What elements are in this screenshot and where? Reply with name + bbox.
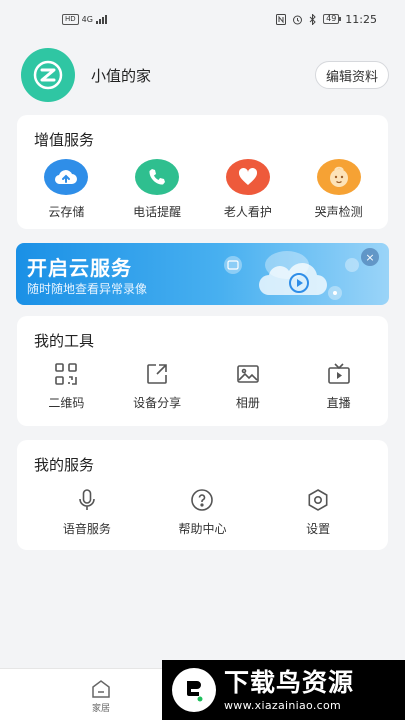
- voice-service-item[interactable]: 语音服务: [42, 488, 132, 537]
- hd-badge: HD: [62, 13, 79, 25]
- settings-label: 设置: [306, 522, 331, 536]
- cloud-service-banner[interactable]: 开启云服务 随时随地查看异常录像 ×: [16, 243, 389, 305]
- live-tv-icon: [327, 363, 350, 384]
- status-right: 49 11:25: [276, 13, 377, 26]
- live-item[interactable]: 直播: [294, 362, 384, 411]
- album-icon: [237, 365, 259, 383]
- banner-subtitle: 随时随地查看异常录像: [27, 282, 148, 296]
- nfc-icon: [276, 13, 287, 25]
- tab-home-label: 家居: [91, 704, 110, 714]
- alarm-icon: [293, 15, 303, 24]
- baby-face-icon: [316, 159, 361, 195]
- help-center-item[interactable]: 帮助中心: [157, 488, 247, 537]
- elder-care-label: 老人看护: [223, 205, 272, 219]
- value-services-grid: 云存储 电话提醒 老人看护 哭声检测: [17, 151, 388, 220]
- phone-icon: [135, 159, 180, 195]
- app-logo-icon: [33, 60, 63, 90]
- qr-code-icon: [55, 363, 78, 385]
- banner-title: 开启云服务: [27, 256, 132, 280]
- settings-icon: [308, 489, 328, 511]
- cloud-storage-item[interactable]: 云存储: [21, 159, 111, 220]
- device-share-item[interactable]: 设备分享: [112, 362, 202, 411]
- watermark-url: www.xiazainiao.com: [224, 698, 342, 712]
- edit-profile-button[interactable]: 编辑资料: [314, 61, 389, 89]
- phone-reminder-label: 电话提醒: [133, 205, 182, 219]
- banner-close-button[interactable]: ×: [361, 248, 379, 266]
- tab-home[interactable]: 家居: [80, 679, 122, 714]
- cloud-storage-label: 云存储: [48, 205, 85, 219]
- phone-reminder-item[interactable]: 电话提醒: [112, 159, 202, 220]
- home-icon: [92, 680, 110, 698]
- album-item[interactable]: 相册: [203, 362, 293, 411]
- network-badge: 4G: [81, 14, 93, 24]
- my-tools-grid: 二维码 设备分享 相册 直播: [17, 352, 388, 411]
- battery-indicator: 49: [323, 14, 340, 24]
- my-tools-title: 我的工具: [34, 332, 95, 350]
- share-icon: [147, 364, 167, 384]
- cry-detection-item[interactable]: 哭声检测: [294, 159, 384, 220]
- avatar[interactable]: [21, 48, 75, 102]
- profile-header: 小值的家 编辑资料: [0, 38, 405, 112]
- bird-icon: [187, 681, 203, 702]
- cloud-banner-illustration: [224, 251, 359, 300]
- heart-icon: [225, 159, 270, 195]
- status-bar: HD 4G 49 11:25: [0, 0, 405, 38]
- watermark-logo: [172, 668, 216, 712]
- elder-care-item[interactable]: 老人看护: [203, 159, 293, 220]
- watermark-text: 下载鸟资源 www.xiazainiao.com: [224, 667, 355, 712]
- qr-code-label: 二维码: [48, 396, 85, 410]
- my-services-card: 我的服务 语音服务 帮助中心 设置: [17, 440, 388, 550]
- bluetooth-icon: [309, 13, 316, 25]
- value-services-card: 增值服务 云存储 电话提醒 老人看护 哭声检测: [17, 115, 388, 229]
- voice-service-label: 语音服务: [62, 522, 111, 536]
- help-icon: [191, 489, 214, 511]
- live-label: 直播: [326, 396, 351, 410]
- watermark-overlay: 下载鸟资源 www.xiazainiao.com: [162, 660, 405, 720]
- my-services-grid: 语音服务 帮助中心 设置: [17, 476, 388, 537]
- value-services-title: 增值服务: [34, 131, 95, 149]
- home-name: 小值的家: [91, 66, 152, 85]
- album-label: 相册: [235, 396, 260, 410]
- help-center-label: 帮助中心: [178, 522, 227, 536]
- status-time: 11:25: [345, 12, 377, 26]
- signal-icon: [95, 15, 107, 24]
- status-left: HD 4G: [62, 13, 110, 25]
- my-tools-card: 我的工具 二维码 设备分享 相册 直播: [17, 316, 388, 426]
- microphone-icon: [79, 489, 95, 510]
- cry-detection-label: 哭声检测: [314, 205, 363, 219]
- cloud-upload-icon: [44, 159, 89, 195]
- settings-item[interactable]: 设置: [273, 488, 363, 537]
- device-share-label: 设备分享: [133, 396, 182, 410]
- watermark-title: 下载鸟资源: [224, 667, 355, 697]
- my-services-title: 我的服务: [34, 456, 95, 474]
- qr-code-item[interactable]: 二维码: [21, 362, 111, 411]
